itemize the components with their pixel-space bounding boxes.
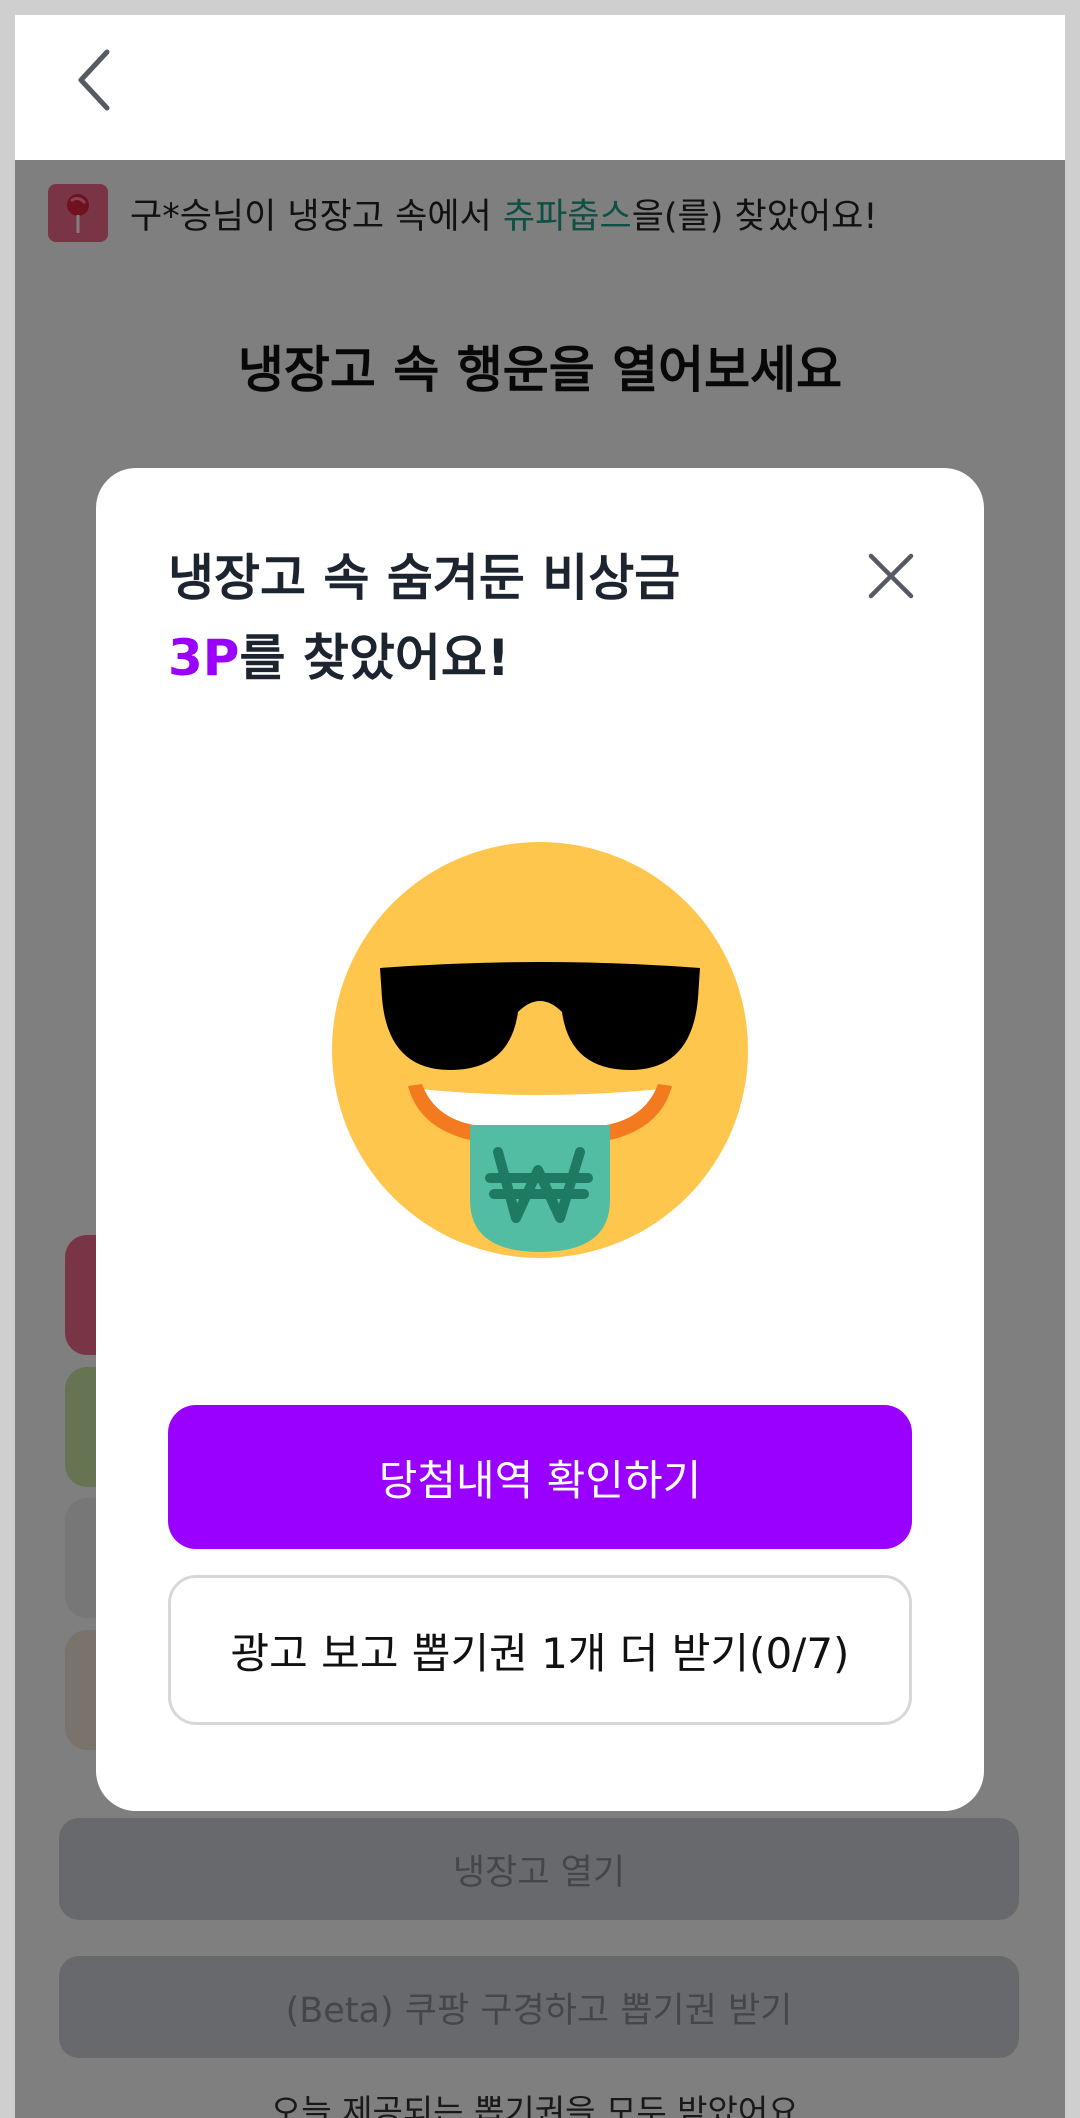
watch-ad-ticket-button[interactable]: 광고 보고 뽑기권 1개 더 받기(0/7) (168, 1575, 912, 1725)
close-icon (868, 553, 914, 599)
back-button[interactable] (55, 35, 135, 125)
modal-title: 냉장고 속 숨겨둔 비상금 3P를 찾았어요! (168, 538, 848, 698)
sunglasses-money-tongue-emoji (332, 842, 748, 1258)
modal-title-line2: 3P를 찾았어요! (168, 618, 848, 698)
close-button[interactable] (861, 546, 921, 606)
modal-title-suffix: 를 찾았어요! (239, 629, 510, 687)
view-winnings-button[interactable]: 당첨내역 확인하기 (168, 1405, 912, 1549)
top-bar (15, 15, 1065, 160)
modal-title-line1: 냉장고 속 숨겨둔 비상금 (168, 549, 681, 607)
chevron-left-icon (78, 49, 110, 111)
prize-modal: 냉장고 속 숨겨둔 비상금 3P를 찾았어요! 당첨내역 확인하기 광고 보고 … (96, 468, 984, 1811)
points-amount: 3P (168, 629, 240, 687)
screen: 구*승님이 냉장고 속에서 츄파춥스을(를) 찾았어요! 냉장고 속 행운을 열… (15, 15, 1065, 2118)
